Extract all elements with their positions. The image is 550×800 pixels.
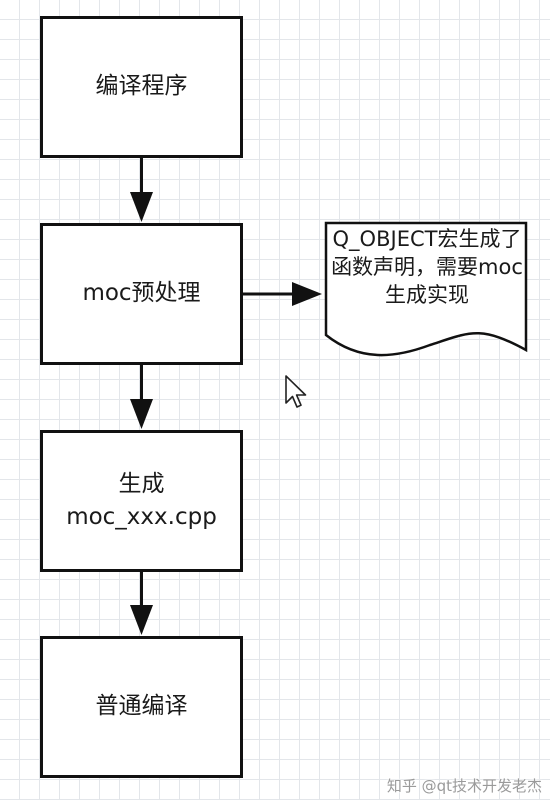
arrow-compile-to-moc <box>130 158 153 222</box>
arrow-moc-to-generate <box>130 365 153 429</box>
watermark: 知乎 @qt技术开发老杰 <box>386 777 542 795</box>
mouse-cursor-icon <box>285 375 307 408</box>
flowchart-canvas: 编译程序 moc预处理 生成 moc_xxx.cpp 普通编译 Q_OBJECT… <box>0 0 550 800</box>
node-compile-program-label: 编译程序 <box>95 73 188 100</box>
node-generate-moc-cpp[interactable]: 生成 moc_xxx.cpp <box>40 430 243 572</box>
node-normal-compile-label: 普通编译 <box>95 693 188 720</box>
arrow-moc-to-note <box>243 282 322 306</box>
node-generate-line1: 生成 <box>118 470 165 497</box>
node-normal-compile[interactable]: 普通编译 <box>40 636 243 778</box>
node-compile-program[interactable]: 编译程序 <box>40 16 243 158</box>
node-moc-preprocess[interactable]: moc预处理 <box>40 223 243 365</box>
arrow-generate-to-normal <box>130 572 153 635</box>
node-moc-preprocess-label: moc预处理 <box>82 280 201 307</box>
node-generate-line2: moc_xxx.cpp <box>66 504 217 530</box>
note-text: Q_OBJECT宏生成了函数声明，需要moc生成实现 <box>331 227 523 307</box>
